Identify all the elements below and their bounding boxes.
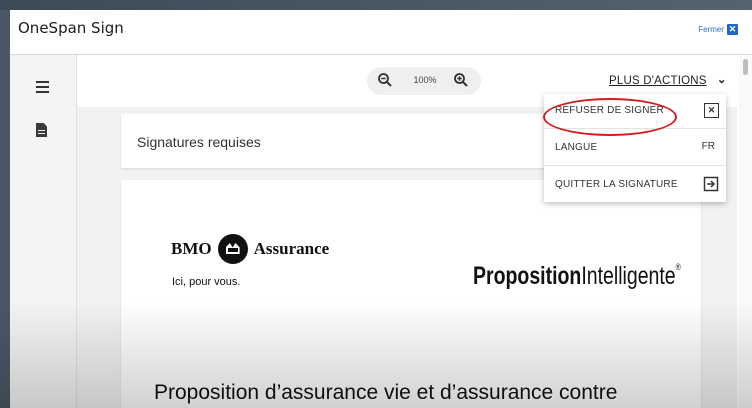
bmo-name: BMO: [171, 239, 212, 258]
required-signatures-title: Signatures requises: [137, 134, 261, 150]
title-bar: OneSpan Sign Fermer ✕: [10, 10, 752, 55]
zoom-in-icon[interactable]: [453, 72, 469, 88]
left-sidebar: [10, 55, 77, 408]
zoom-control: 100%: [367, 67, 481, 95]
bmo-product: Assurance: [253, 239, 330, 258]
proposition-light: Intelligente: [581, 262, 676, 290]
menu-item-label: LANGUE: [555, 142, 598, 153]
bmo-tagline: Ici, pour vous.: [172, 276, 241, 288]
chevron-down-icon[interactable]: ⌄: [717, 73, 726, 86]
menu-item-decline-to-sign[interactable]: REFUSER DE SIGNER ✕: [544, 94, 726, 128]
close-button[interactable]: Fermer ✕: [698, 24, 738, 35]
zoom-level: 100%: [413, 75, 437, 85]
vertical-scrollbar[interactable]: [739, 55, 752, 408]
zoom-out-icon[interactable]: [377, 72, 393, 88]
registered-mark: ®: [675, 262, 681, 272]
document-page: BMO Assurance Ici, pour vous. Propositio…: [121, 180, 701, 408]
menu-item-language[interactable]: LANGUE FR: [544, 131, 726, 165]
signing-window: OneSpan Sign Fermer ✕ 100% PLUS D'ACTION…: [10, 10, 752, 408]
menu-item-quit-signing[interactable]: QUITTER LA SIGNATURE: [544, 168, 726, 202]
app-title: OneSpan Sign: [18, 19, 124, 37]
bmo-roundel-icon: [217, 234, 248, 264]
more-actions-button[interactable]: PLUS D'ACTIONS: [609, 75, 707, 87]
menu-divider: [544, 165, 726, 166]
more-actions-menu: REFUSER DE SIGNER ✕ LANGUE FR QUITTER LA…: [544, 94, 726, 202]
language-value: FR: [701, 141, 715, 152]
scrollbar-thumb[interactable]: [743, 59, 748, 75]
close-box-icon: ✕: [704, 103, 719, 118]
proposition-intelligente-logo: PropositionIntelligente®: [473, 262, 681, 291]
menu-divider: [544, 128, 726, 129]
bmo-logo: BMO Assurance: [171, 234, 329, 264]
close-label: Fermer: [698, 25, 724, 34]
close-icon[interactable]: ✕: [727, 24, 738, 35]
background-strip: [0, 0, 752, 10]
proposition-bold: Proposition: [473, 262, 582, 290]
exit-icon: [703, 176, 719, 192]
document-icon[interactable]: [36, 123, 47, 137]
menu-item-label: REFUSER DE SIGNER: [555, 105, 664, 116]
menu-item-label: QUITTER LA SIGNATURE: [555, 179, 678, 190]
hamburger-menu-icon[interactable]: [36, 81, 49, 96]
document-heading: Proposition d’assurance vie et d’assuran…: [154, 381, 618, 404]
